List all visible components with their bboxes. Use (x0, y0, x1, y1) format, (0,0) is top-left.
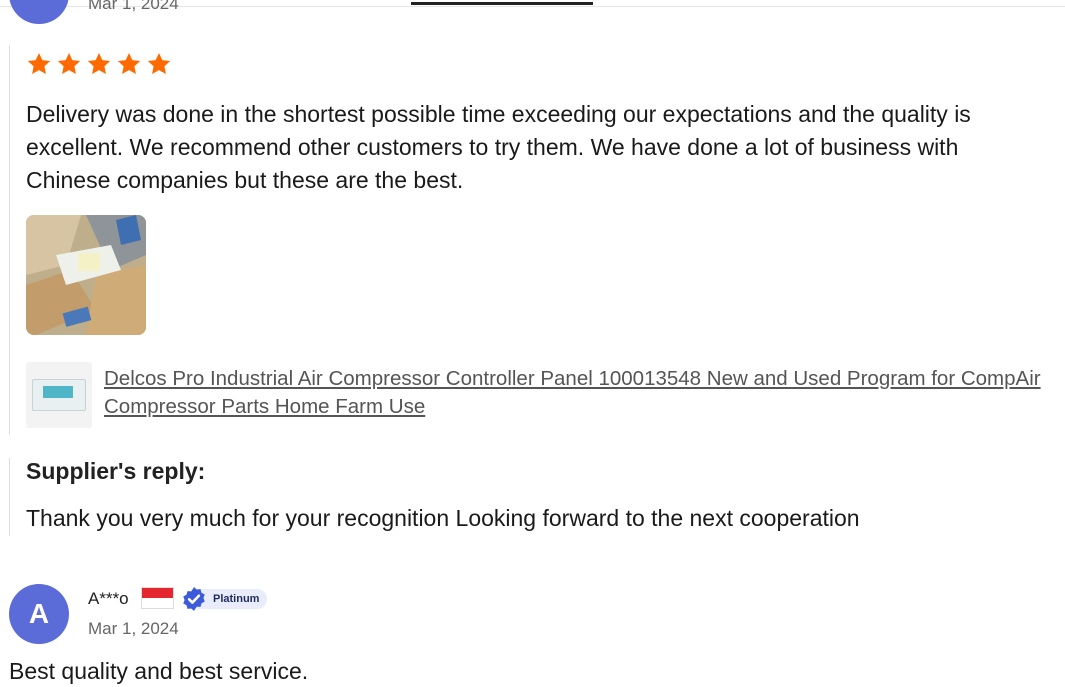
review-text: Best quality and best service. (9, 658, 309, 684)
avatar: A (9, 584, 69, 644)
supplier-reply-text: Thank you very much for your recognition… (26, 505, 860, 531)
product-link-row: Delcos Pro Industrial Air Compressor Con… (26, 362, 1046, 428)
supplier-reply: Supplier's reply: Thank you very much fo… (9, 458, 1060, 536)
active-tab-indicator (411, 2, 593, 5)
review-photo[interactable] (26, 215, 146, 335)
reviewer-name: A***o (88, 589, 129, 608)
review-date: Mar 1, 2024 (88, 619, 179, 638)
supplier-reply-title: Supplier's reply: (26, 458, 206, 484)
indonesia-flag-icon (141, 587, 174, 609)
product-thumbnail[interactable] (26, 362, 92, 428)
star-icon (57, 52, 81, 74)
previous-review-date: Mar 1, 2024 (88, 0, 179, 13)
verified-check-icon (183, 586, 205, 611)
star-icon (147, 52, 171, 74)
review-text: Delivery was done in the shortest possib… (26, 101, 971, 193)
star-icon (117, 52, 141, 74)
review-photo-image (26, 215, 146, 335)
star-icon (27, 52, 51, 74)
product-link[interactable]: Delcos Pro Industrial Air Compressor Con… (104, 365, 1044, 421)
platinum-badge: Platinum (181, 586, 268, 611)
star-rating (26, 51, 172, 77)
review-body: Delivery was done in the shortest possib… (9, 45, 1060, 435)
previous-reviewer-avatar (9, 0, 69, 24)
star-icon (87, 52, 111, 74)
controller-panel-icon (32, 379, 86, 411)
